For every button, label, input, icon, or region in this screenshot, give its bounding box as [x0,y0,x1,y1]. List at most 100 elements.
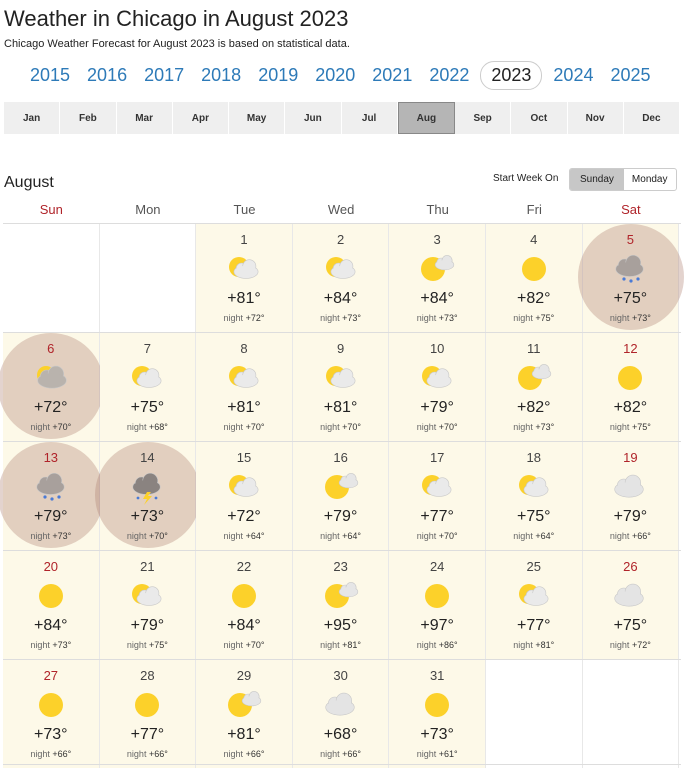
calendar-day-cell[interactable]: 7 +75° night +68° [99,333,197,441]
start-week-monday-button[interactable]: Monday [624,169,676,190]
month-heading: August [4,174,54,191]
calendar-day-cell[interactable]: 4 +82° night +75° [485,224,583,332]
weekday-sun: Sun [39,202,63,217]
night-temperature: +75° [631,422,651,432]
night-temperature-line: night +61° [389,749,485,759]
year-link-2023[interactable]: 2023 [480,60,543,90]
night-temperature-line: night +64° [486,531,582,541]
start-week-sunday-button[interactable]: Sunday [570,169,624,190]
calendar-day-cell[interactable]: 12 +82° night +75° [582,333,680,441]
partly-cloudy-icon [419,472,455,502]
night-label: night [320,422,340,432]
calendar-day-cell[interactable]: 9 +81° night +70° [292,333,390,441]
night-temperature-line: night +68° [100,422,196,432]
night-temperature: +64° [535,531,555,541]
day-number: 28 [140,668,155,683]
calendar-day-cell[interactable]: 1 +81° night +72° [196,224,293,332]
calendar-day-cell[interactable]: 14 +73° night +70° [94,442,201,550]
day-number: 19 [623,450,638,465]
month-tab-may[interactable]: May [229,102,286,134]
month-tab-sep[interactable]: Sep [455,102,512,134]
calendar-day-cell[interactable]: 5 +75° night +73° [577,224,684,332]
calendar-day-cell[interactable]: 10 +79° night +70° [389,333,486,441]
night-label: night [223,531,244,541]
calendar-day-cell[interactable]: 23 +95° night +81° [292,551,390,659]
month-tab-jan[interactable]: Jan [4,102,61,134]
calendar-day-cell[interactable]: 30 +68° night +66° [292,660,390,768]
calendar-day-cell[interactable]: 27 +73° night +66° [3,660,100,768]
calendar-empty-cell [3,224,100,332]
partly-cloudy-icon [323,363,359,393]
calendar-day-cell[interactable]: 31 +73° night +61° [389,660,486,768]
year-link-2022[interactable]: 2022 [429,65,469,86]
partly-cloudy-icon [129,363,165,393]
month-tab-jun[interactable]: Jun [285,102,342,134]
high-temperature: +73° [420,726,454,743]
calendar-day-cell[interactable]: 15 +72° night +64° [196,442,293,550]
year-link-2020[interactable]: 2020 [315,65,355,86]
month-tab-oct[interactable]: Oct [511,102,568,134]
month-tab-apr[interactable]: Apr [172,102,229,134]
calendar-day-cell[interactable]: 19 +79° night +66° [582,442,680,550]
calendar-day-cell[interactable]: 24 +97° night +86° [389,551,486,659]
cloudy-icon [323,690,359,720]
calendar-day-cell[interactable]: 25 +77° night +81° [485,551,583,659]
year-link-2021[interactable]: 2021 [372,65,412,86]
calendar-day-cell[interactable]: 20 +84° night +73° [3,551,100,659]
night-temperature: +75° [535,313,555,323]
month-tab-feb[interactable]: Feb [60,102,117,134]
sunny-icon [226,581,262,611]
month-tab-jul[interactable]: Jul [341,102,398,134]
weekday-wed: Wed [327,202,355,217]
year-link-2016[interactable]: 2016 [87,65,127,86]
calendar-day-cell[interactable]: 3 +84° night +73° [389,224,486,332]
high-temperature: +82° [516,399,551,416]
calendar-day-cell[interactable]: 17 +77° night +70° [389,442,486,550]
high-temperature: +75° [613,617,648,634]
day-number: 3 [433,232,441,247]
month-tab-mar[interactable]: Mar [116,102,173,134]
calendar-day-cell[interactable]: 13 +79° night +73° [0,442,105,550]
calendar-week-row: 27 +73° night +66° 28 +77° night +66° 29 +81° n… [3,659,681,768]
calendar-day-cell[interactable]: 2 +84° night +73° [292,224,390,332]
month-tab-aug[interactable]: Aug [397,102,455,134]
start-week-toggle: Sunday Monday [569,168,677,191]
calendar-day-cell[interactable]: 16 +79° night +64° [292,442,390,550]
sunny-icon [612,363,648,393]
night-temperature: +73° [438,313,458,323]
month-tab-dec[interactable]: Dec [623,102,680,134]
night-temperature: +66° [342,749,362,759]
year-link-2015[interactable]: 2015 [30,65,70,86]
year-link-2025[interactable]: 2025 [610,65,650,86]
calendar-day-cell[interactable]: 28 +77° night +66° [99,660,197,768]
night-label: night [609,640,630,650]
high-temperature: +81° [227,399,261,416]
day-number: 9 [336,341,345,356]
year-link-2017[interactable]: 2017 [144,65,184,86]
night-temperature-line: night +70° [100,531,196,541]
sun-small-cloud-icon [323,472,359,502]
calendar-day-cell[interactable]: 29 +81° night +66° [196,660,293,768]
partly-cloudy-icon [419,363,455,393]
year-link-2024[interactable]: 2024 [553,65,593,86]
calendar-day-cell[interactable]: 11 +82° night +73° [485,333,583,441]
night-temperature-line: night +81° [486,640,582,650]
night-label: night [416,749,437,759]
rain-icon [33,472,69,502]
calendar-day-cell[interactable]: 21 +79° night +75° [99,551,197,659]
year-link-2018[interactable]: 2018 [201,65,241,86]
calendar-day-cell[interactable]: 26 +75° night +72° [582,551,680,659]
calendar-day-cell[interactable]: 22 +84° night +70° [196,551,293,659]
night-label: night [223,640,244,650]
calendar-day-cell[interactable]: 6 +72° night +70° [0,333,105,441]
year-link-2019[interactable]: 2019 [258,65,298,86]
calendar-day-cell[interactable]: 18 +75° night +64° [485,442,583,550]
partly-cloudy-icon [226,254,262,284]
month-tab-nov[interactable]: Nov [567,102,624,134]
calendar-day-cell[interactable]: 8 +81° night +70° [196,333,293,441]
high-temperature: +81° [227,726,261,743]
high-temperature: +73° [130,508,165,525]
mostly-cloudy-icon [33,363,69,393]
night-temperature: +66° [245,749,265,759]
night-label: night [30,640,50,650]
